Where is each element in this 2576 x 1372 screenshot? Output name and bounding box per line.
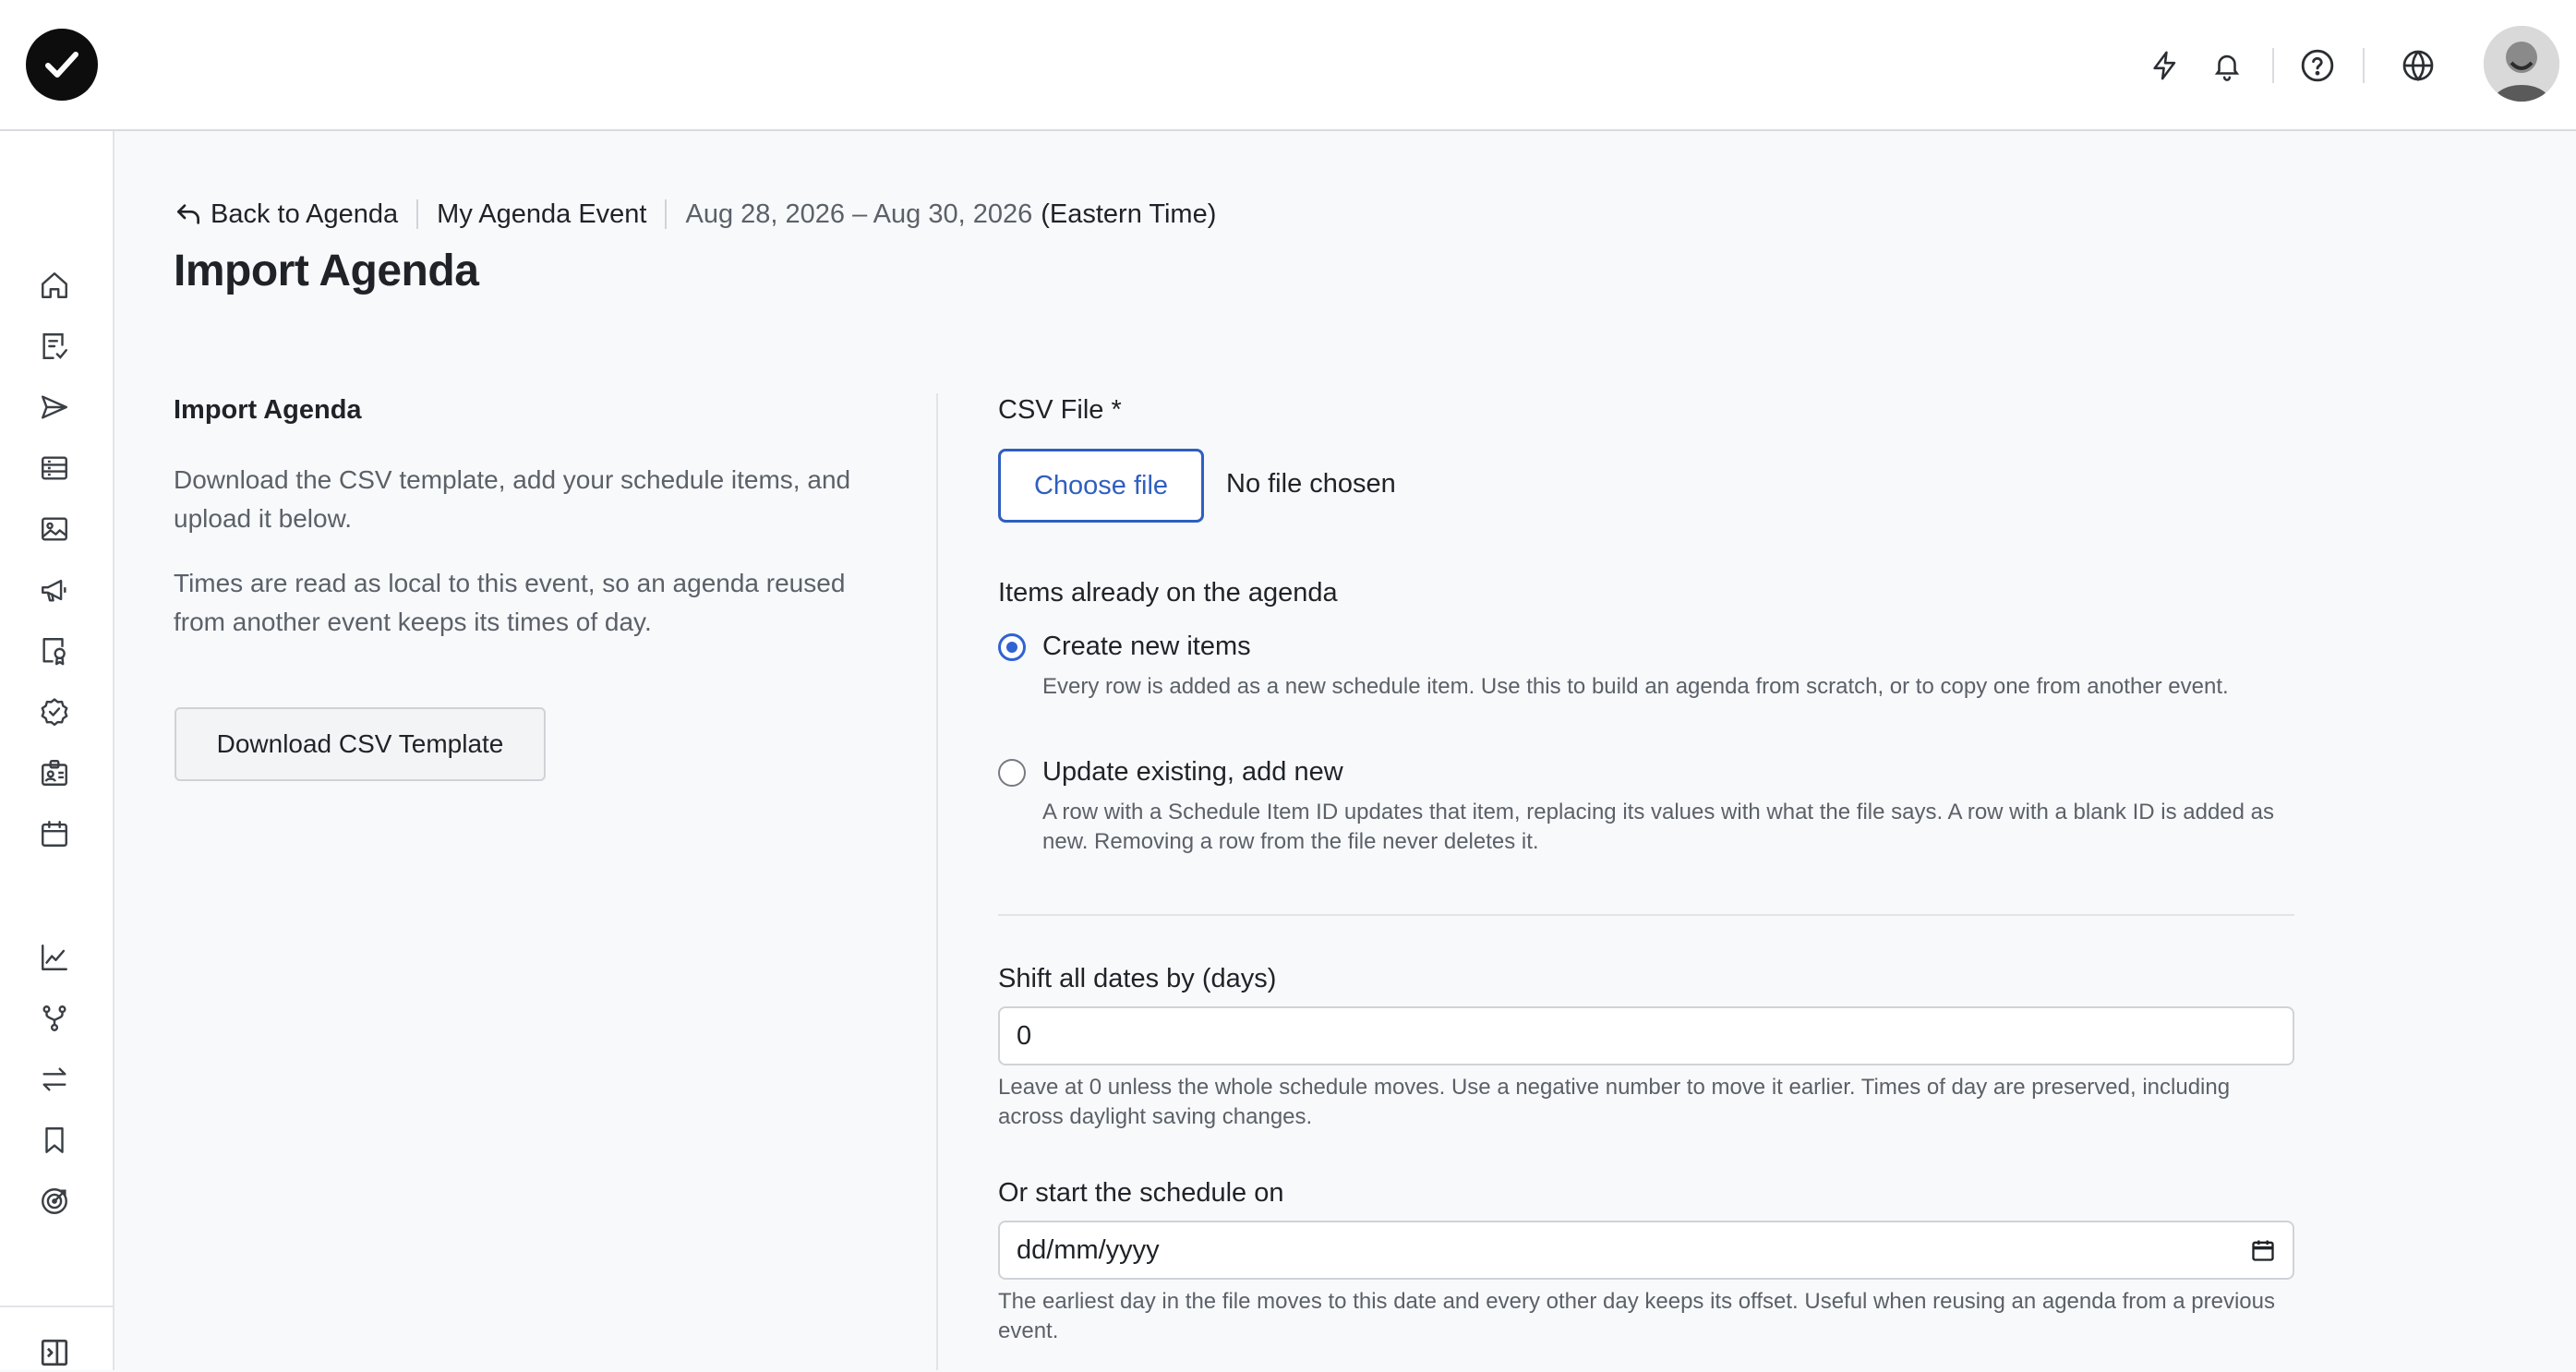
send-icon[interactable] (35, 388, 74, 427)
expand-sidebar-icon[interactable] (35, 1333, 74, 1372)
info-paragraph: Download the CSV template, add your sche… (174, 465, 851, 533)
help-circle-icon[interactable] (2296, 44, 2339, 87)
file-status-text: No file chosen (1226, 469, 1396, 499)
sidebar-nav (0, 131, 114, 1370)
section-title: Import Agenda (174, 395, 362, 425)
radio-button-selected[interactable] (998, 632, 1026, 661)
arrows-swap-icon[interactable] (35, 1060, 74, 1099)
checkmark-icon (45, 52, 78, 78)
back-arrow-icon (177, 204, 199, 224)
info-paragraph: Times are read as local to this event, s… (174, 569, 846, 636)
radio-button[interactable] (998, 758, 1026, 787)
breadcrumb-timezone: (Eastern Time) (1041, 199, 1217, 229)
header-separator (2272, 48, 2274, 83)
page-title: Import Agenda (174, 247, 479, 295)
badge-check-icon[interactable] (35, 692, 74, 731)
start-date-label: Or start the schedule on (998, 1178, 1284, 1208)
start-date-help-text: The earliest day in the file moves to th… (998, 1289, 2275, 1343)
target-icon[interactable] (35, 1182, 74, 1221)
shift-days-label: Shift all dates by (days) (998, 964, 1277, 993)
back-to-agenda-link[interactable]: Back to Agenda (174, 199, 398, 230)
shift-days-input[interactable] (998, 1006, 2294, 1065)
breadcrumb-dates: Aug 28, 2026 – Aug 30, 2026 (685, 199, 1033, 229)
radio-label[interactable]: Create new items (1042, 632, 1251, 662)
radio-description: Every row is added as a new schedule ite… (1042, 674, 2229, 699)
id-badge-icon[interactable] (35, 753, 74, 792)
shift-help-text: Leave at 0 unless the whole schedule mov… (998, 1075, 2231, 1129)
calendar-picker-icon[interactable] (2250, 1237, 2276, 1263)
home-icon[interactable] (35, 266, 74, 305)
breadcrumb: Back to Agenda My Agenda Event Aug 28, 2… (174, 196, 1216, 233)
app-logo[interactable] (26, 29, 98, 101)
megaphone-icon[interactable] (35, 571, 74, 609)
globe-icon[interactable] (2397, 44, 2439, 87)
checklist-icon[interactable] (35, 327, 74, 366)
import-info-panel: Import Agenda Download the CSV template,… (174, 395, 875, 668)
breadcrumb-separator (665, 199, 668, 229)
csv-file-label: CSV File * (998, 395, 1122, 425)
existing-items-label: Items already on the agenda (998, 578, 1338, 608)
sidebar-divider (0, 1306, 113, 1307)
calendar-icon[interactable] (35, 814, 74, 853)
radio-description: A row with a Schedule Item ID updates th… (1042, 800, 2275, 854)
breadcrumb-event-name: My Agenda Event (437, 199, 647, 229)
radio-label[interactable]: Update existing, add new (1042, 757, 1343, 788)
column-divider (936, 393, 938, 1370)
choose-file-button[interactable]: Choose file (998, 449, 1204, 523)
download-csv-template-button[interactable]: Download CSV Template (175, 707, 546, 781)
form-divider (998, 914, 2294, 916)
back-to-agenda-label: Back to Agenda (211, 199, 399, 229)
radio-create-new[interactable]: Create new items (998, 632, 1251, 662)
top-bar (0, 0, 2576, 131)
bell-icon[interactable] (2206, 44, 2248, 87)
image-icon[interactable] (35, 510, 74, 548)
user-avatar[interactable] (2484, 26, 2559, 102)
bookmark-icon[interactable] (35, 1121, 74, 1160)
breadcrumb-separator (416, 199, 419, 229)
git-fork-icon[interactable] (35, 999, 74, 1038)
list-rows-icon[interactable] (35, 449, 74, 487)
line-chart-icon[interactable] (35, 938, 74, 977)
start-date-input[interactable]: dd/mm/yyyy (998, 1221, 2294, 1280)
lightning-icon[interactable] (2144, 44, 2186, 87)
header-separator (2363, 48, 2365, 83)
radio-update-existing[interactable]: Update existing, add new (998, 757, 1343, 788)
user-photo-icon (2484, 26, 2559, 102)
certificate-icon[interactable] (35, 632, 74, 670)
date-placeholder: dd/mm/yyyy (1017, 1234, 1160, 1265)
